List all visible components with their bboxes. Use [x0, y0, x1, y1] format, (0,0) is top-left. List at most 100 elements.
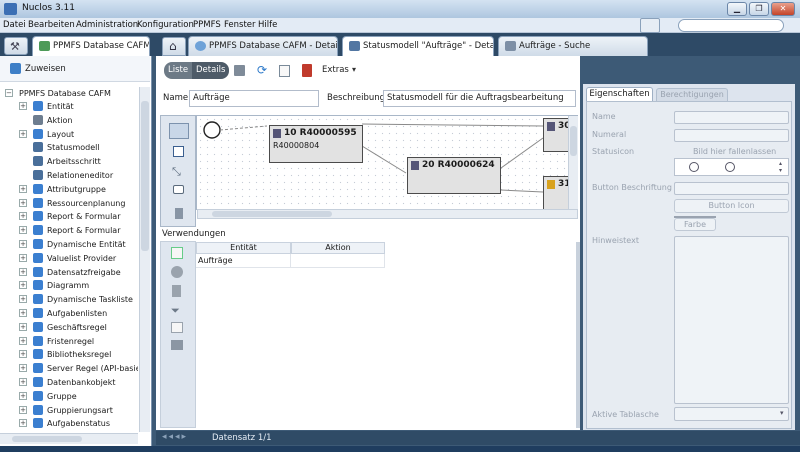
tree-item[interactable]: + Gruppierungsart — [0, 404, 138, 417]
menu-datei[interactable]: Datei — [3, 20, 26, 30]
extras-menu[interactable]: Extras — [318, 62, 353, 79]
tree-item[interactable]: + Dynamische Taskliste — [0, 293, 138, 306]
new-state-tool-icon[interactable] — [169, 144, 189, 160]
details-button[interactable]: Details — [192, 62, 230, 79]
filter-icon[interactable]: ⏷ — [171, 304, 180, 318]
tab-home[interactable]: ⌂ — [162, 37, 186, 56]
close-button[interactable]: ✕ — [771, 2, 795, 16]
hinweistext-field[interactable] — [674, 236, 789, 404]
table-cell-entitaet[interactable]: Aufträge — [196, 254, 291, 268]
maximize-button[interactable]: ❐ — [749, 2, 769, 16]
record-navigation-icon[interactable]: ◂◂◂▸ — [162, 432, 188, 442]
aktive-tablasche-select[interactable]: ▾ — [674, 407, 789, 421]
spinner-up-icon[interactable]: ▴ — [779, 160, 782, 167]
tree-horizontal-scrollbar[interactable] — [0, 433, 138, 444]
tree-item[interactable]: + Bibliotheksregel — [0, 348, 138, 361]
diagram-vertical-scrollbar[interactable] — [568, 116, 578, 209]
tab-auftraege-suche[interactable]: Aufträge - Suche — [498, 36, 648, 56]
expand-toggle-icon[interactable]: + — [19, 102, 27, 110]
menu-ppmfs[interactable]: PPMFS — [193, 20, 221, 30]
tree-vertical-scrollbar[interactable] — [139, 87, 150, 432]
diagram-hscroll-thumb[interactable] — [212, 211, 332, 217]
chevron-down-icon[interactable]: ▾ — [352, 65, 356, 74]
expand-toggle-icon[interactable]: + — [19, 129, 27, 138]
numeral-prop-field[interactable] — [674, 129, 789, 142]
tab-tree[interactable]: PPMFS Database CAFM — [32, 36, 150, 56]
zuweisen-button[interactable]: Zuweisen — [25, 64, 66, 74]
minimize-button[interactable]: ▁ — [727, 2, 747, 16]
expand-toggle-icon[interactable]: + — [19, 226, 27, 235]
splitter[interactable] — [576, 242, 580, 428]
menu-konfiguration[interactable]: Konfiguration — [137, 20, 194, 30]
icon-drop-zone[interactable]: Bild hier fallenlassen — [693, 147, 776, 156]
column-header-entitaet[interactable]: Entität — [196, 242, 291, 254]
delete-icon[interactable] — [302, 64, 312, 77]
expand-toggle-icon[interactable]: + — [19, 419, 27, 428]
menu-bearbeiten[interactable]: Bearbeiten — [28, 20, 75, 30]
menu-fenster[interactable]: Fenster — [224, 20, 256, 30]
refresh-icon[interactable]: ⟳ — [257, 64, 267, 76]
expand-toggle-icon[interactable]: + — [19, 350, 27, 359]
table-cell-aktion[interactable] — [291, 254, 385, 268]
expand-toggle-icon[interactable]: + — [19, 184, 27, 193]
expand-toggle-icon[interactable]: + — [19, 198, 27, 207]
remove-row-icon[interactable] — [171, 266, 183, 278]
tree-item[interactable]: Arbeitsschritt — [0, 155, 138, 168]
search-input[interactable] — [678, 19, 784, 32]
tree-item[interactable]: + Aufgabenlisten — [0, 307, 138, 320]
expand-toggle-icon[interactable]: + — [19, 309, 27, 317]
tree-item[interactable]: + Diagramm — [0, 279, 138, 292]
tree-item[interactable]: + Layout — [0, 128, 138, 141]
expand-toggle-icon[interactable]: + — [19, 364, 27, 373]
tree-item[interactable]: + Entität — [0, 100, 138, 113]
expand-toggle-icon[interactable]: + — [19, 336, 27, 345]
expand-toggle-icon[interactable]: + — [19, 295, 27, 304]
tree-item[interactable]: Statusmodell — [0, 141, 138, 154]
liste-button[interactable]: Liste — [164, 62, 193, 79]
tree-item[interactable]: + Server Regel (API-basie — [0, 362, 138, 375]
menu-hilfe[interactable]: Hilfe — [258, 20, 277, 30]
icon-prev-icon[interactable] — [689, 162, 699, 172]
tab-statusmodell-details[interactable]: Statusmodell "Aufträge" - Details — [342, 36, 494, 56]
spinner-down-icon[interactable]: ▾ — [779, 167, 782, 174]
expand-toggle-icon[interactable]: + — [19, 212, 27, 221]
expand-toggle-icon[interactable]: + — [19, 267, 27, 276]
state-node-10[interactable]: 10 R40000595 R40000804 — [269, 125, 363, 163]
name-field[interactable]: Aufträge — [189, 90, 319, 107]
save-icon[interactable] — [234, 65, 245, 76]
new-document-icon[interactable] — [279, 65, 290, 77]
add-row-icon[interactable] — [171, 247, 183, 259]
tree-item[interactable]: + Fristenregel — [0, 335, 138, 348]
clipboard-icon[interactable] — [171, 322, 183, 333]
tree-item[interactable]: Relationeneditor — [0, 169, 138, 182]
tab-berechtigungen[interactable]: Berechtigungen — [656, 88, 728, 101]
state-node-20[interactable]: 20 R40000624 — [407, 157, 501, 194]
tree-item[interactable]: + Geschäftsregel — [0, 321, 138, 334]
expand-toggle-icon[interactable]: + — [19, 240, 27, 248]
print-icon[interactable] — [171, 340, 183, 350]
delete-tool-icon[interactable] — [169, 206, 189, 222]
farbe-button[interactable]: Farbe — [674, 218, 716, 231]
delete-row-icon[interactable] — [172, 285, 181, 297]
icon-chooser[interactable]: ▴ ▾ — [674, 158, 789, 176]
tree-item[interactable]: + Report & Formular — [0, 210, 138, 223]
select-tool-icon[interactable] — [169, 123, 189, 139]
beschreibung-field[interactable]: Statusmodell für die Auftragsbearbeitung — [383, 90, 576, 107]
tree-hscroll-thumb[interactable] — [12, 436, 82, 442]
name-prop-field[interactable] — [674, 111, 789, 124]
tree-item[interactable]: + Gruppe — [0, 390, 138, 403]
menu-administration[interactable]: Administration — [76, 20, 138, 30]
diagram-vscroll-thumb[interactable] — [570, 126, 577, 156]
expand-toggle-icon[interactable]: + — [19, 322, 27, 331]
tree-item[interactable]: + Aufgabenstatus — [0, 417, 138, 430]
tree-item[interactable]: + Datenbankobjekt — [0, 376, 138, 389]
icon-next-icon[interactable] — [725, 162, 735, 172]
tree-item[interactable]: + Report & Formular — [0, 224, 138, 237]
diagram-horizontal-scrollbar[interactable] — [197, 209, 578, 219]
chat-icon[interactable] — [640, 18, 660, 33]
tree-tools-button[interactable]: ⚒ — [4, 37, 28, 55]
tree-scroll-thumb[interactable] — [141, 101, 149, 251]
expand-toggle-icon[interactable]: + — [19, 253, 27, 262]
tree-item[interactable]: + Datensatzfreigabe — [0, 266, 138, 279]
status-diagram-canvas[interactable]: 10 R40000595 R40000804 20 R40000624 30 3… — [196, 115, 578, 210]
